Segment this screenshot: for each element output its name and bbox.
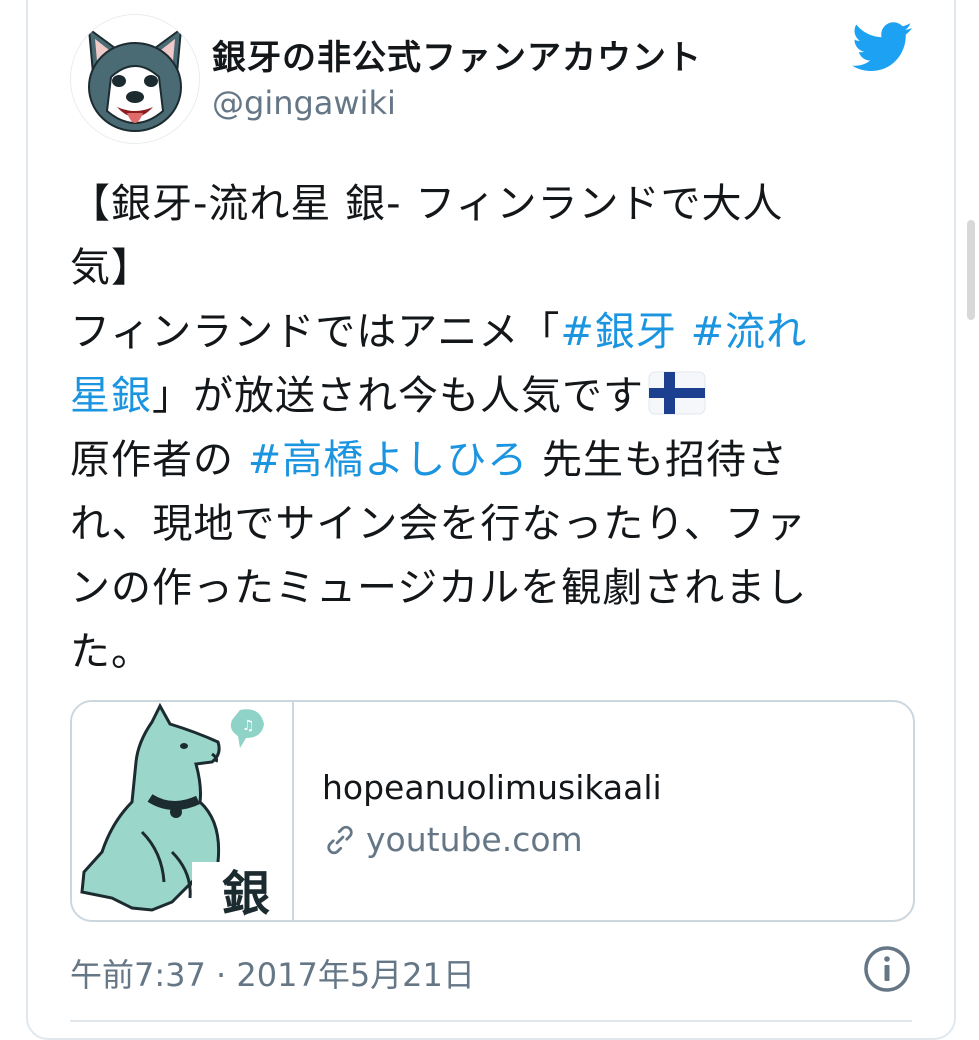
tweet-text-segment: 」が放送され今も人気です [152, 373, 644, 419]
scrollbar[interactable] [967, 220, 975, 320]
hashtag-link[interactable]: 星銀 [70, 373, 152, 419]
author-avatar[interactable] [70, 14, 200, 144]
tweet-line: 【銀牙-流れ星 銀- フィンランドで大人 [70, 181, 784, 227]
tweet-text-segment: 先生も招待さ [528, 437, 788, 483]
author-handle[interactable]: @gingawiki [212, 84, 396, 122]
author-name[interactable]: 銀牙の非公式ファンアカウント [212, 30, 702, 79]
tweet-line: ンの作ったミュージカルを観劇されまし [70, 565, 808, 611]
link-thumbnail[interactable]: ♫ 銀 [72, 702, 294, 922]
hashtag-link[interactable]: #高橋よしひろ [248, 437, 529, 483]
tweet-line: れ、現地でサイン会を行なったり、ファ [70, 501, 807, 547]
svg-text:♫: ♫ [242, 718, 255, 734]
thumbnail-logo-text: 銀 [222, 866, 270, 922]
hashtag-link[interactable]: #銀牙 #流れ [560, 309, 807, 355]
link-title[interactable]: hopeanuolimusikaali [322, 768, 662, 807]
link-domain-row: youtube.com [322, 820, 583, 859]
tweet-text-segment: 原作者の [70, 437, 248, 483]
tweet-text: 【銀牙-流れ星 銀- フィンランドで大人 気】 フィンランドではアニメ「#銀牙 … [70, 172, 910, 684]
tweet-line: 星銀」が放送され今も人気です [70, 364, 910, 428]
divider [70, 1020, 912, 1022]
info-icon[interactable] [862, 944, 912, 994]
twitter-bird-icon[interactable] [852, 22, 914, 72]
tweet-timestamp[interactable]: 午前7:37 · 2017年5月21日 [70, 950, 475, 996]
tweet-text-segment: フィンランドではアニメ「 [70, 309, 561, 355]
tweet-line: フィンランドではアニメ「#銀牙 #流れ [70, 300, 910, 364]
husky-dog-avatar-icon [71, 15, 199, 143]
link-preview-card[interactable]: ♫ 銀 hopeanuolimusikaali youtube.com [70, 700, 915, 922]
dog-illustration-icon: ♫ 銀 [72, 702, 292, 922]
tweet-line: 原作者の #高橋よしひろ 先生も招待さ [70, 428, 910, 492]
link-icon [327, 825, 353, 854]
finland-flag-icon [648, 371, 706, 415]
tweet-line: 気】 [70, 245, 152, 291]
link-domain: youtube.com [366, 820, 583, 859]
tweet-line: た。 [70, 629, 152, 675]
